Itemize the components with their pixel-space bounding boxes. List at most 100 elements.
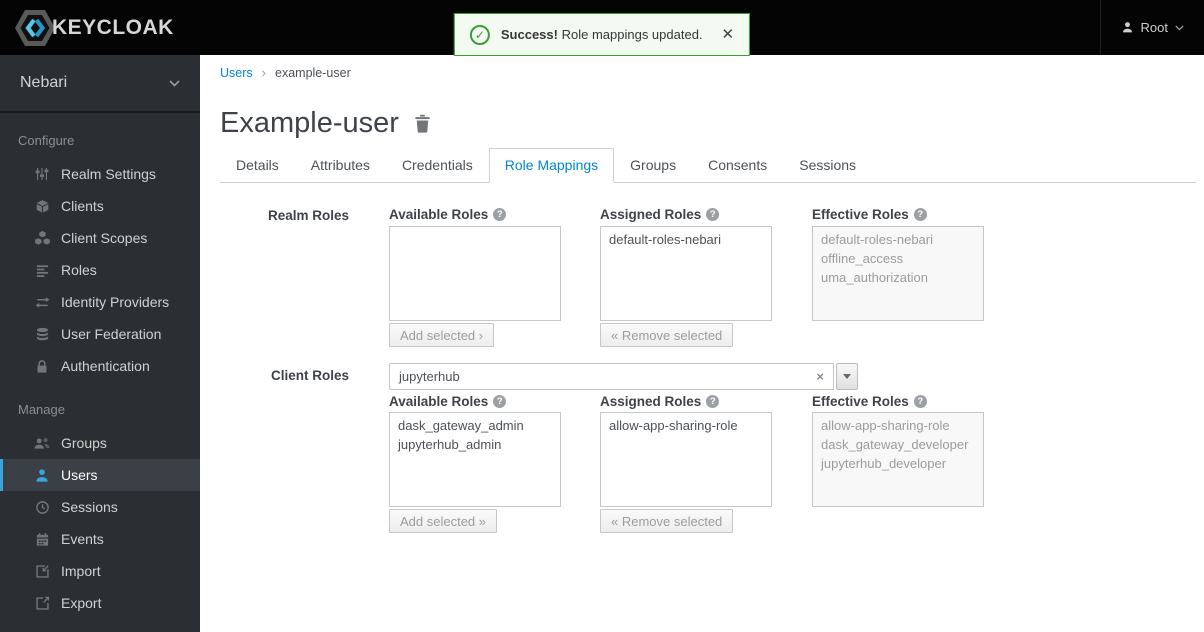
clock-icon [33,500,51,515]
clear-selection-icon[interactable]: × [816,370,824,383]
sidebar-item-identity-providers[interactable]: Identity Providers [0,286,200,318]
chevron-down-icon [169,79,180,87]
keycloak-admin-screen: KEYCLOAK Root ✓ Success! Role mappings u… [0,0,1204,632]
assigned-realm-roles-listbox[interactable]: default-roles-nebari [600,226,772,321]
assigned-client-roles-header: Assigned Roles ? [600,394,720,409]
assigned-roles-text: Assigned Roles [600,394,702,409]
assigned-realm-roles-header: Assigned Roles ? [600,207,720,222]
help-icon[interactable]: ? [493,395,507,408]
page-title-row: Example-user [220,107,431,140]
sidebar-item-label: Events [61,531,104,547]
sidebar-item-events[interactable]: Events [0,523,200,555]
configure-section-label: Configure [18,133,75,148]
role-option: dask_gateway_developer [821,437,969,452]
manage-section-label: Manage [18,402,65,417]
groups-icon [33,436,51,451]
sidebar-item-label: Users [61,467,98,483]
remove-selected-realm-button[interactable]: « Remove selected [600,323,734,347]
sidebar: Nebari Configure Realm Settings Clients … [0,55,200,632]
tab-role-mappings[interactable]: Role Mappings [488,148,615,183]
role-option[interactable]: allow-app-sharing-role [601,416,771,435]
effective-client-roles-header: Effective Roles ? [812,394,927,409]
sidebar-item-label: Export [61,595,102,611]
client-select-field[interactable]: jupyterhub × [389,363,834,390]
main-content: Users › example-user Example-user Detail… [200,55,1204,632]
role-option[interactable]: dask_gateway_admin [390,416,560,435]
client-select-dropdown-button[interactable] [836,363,858,390]
help-icon[interactable]: ? [913,208,927,221]
breadcrumb-current: example-user [275,65,351,80]
sidebar-item-label: Sessions [61,499,118,515]
role-option: allow-app-sharing-role [821,418,950,433]
list-icon [33,263,51,278]
sidebar-item-import[interactable]: Import [0,555,200,587]
role-option: jupyterhub_developer [821,456,947,471]
assigned-client-roles-listbox[interactable]: allow-app-sharing-role [600,412,772,507]
sliders-icon [33,166,51,182]
sidebar-item-users[interactable]: Users [0,459,200,491]
role-option[interactable]: jupyterhub_admin [390,435,560,454]
sidebar-item-authentication[interactable]: Authentication [0,350,200,382]
help-icon[interactable]: ? [706,208,720,221]
effective-roles-text: Effective Roles [812,394,909,409]
sidebar-item-label: Clients [61,198,104,214]
sidebar-item-label: Authentication [61,358,150,374]
cubes-icon [33,230,51,246]
sidebar-item-sessions[interactable]: Sessions [0,491,200,523]
add-selected-client-button[interactable]: Add selected » [389,509,498,533]
sidebar-item-realm-settings[interactable]: Realm Settings [0,158,200,190]
realm-selector[interactable]: Nebari [0,55,200,113]
role-option: default-roles-nebari [821,232,934,247]
available-client-roles-listbox[interactable]: dask_gateway_admin jupyterhub_admin [389,412,561,507]
tab-sessions[interactable]: Sessions [783,148,872,183]
add-selected-realm-button[interactable]: Add selected › [389,323,495,347]
effective-realm-roles-header: Effective Roles ? [812,207,927,222]
sidebar-item-label: Identity Providers [61,294,170,310]
sidebar-item-client-scopes[interactable]: Client Scopes [0,222,200,254]
breadcrumb: Users › example-user [220,65,351,80]
user-menu[interactable]: Root [1099,0,1204,55]
delete-user-trash-icon[interactable] [414,114,431,133]
user-icon [33,468,51,483]
realm-name: Nebari [20,74,68,91]
close-icon[interactable]: ✕ [722,27,735,42]
realm-roles-label: Realm Roles [267,208,349,223]
sidebar-item-user-federation[interactable]: User Federation [0,318,200,350]
calendar-icon [33,532,51,547]
alert-title: Success! [500,27,558,42]
chevron-down-icon [1175,24,1184,31]
sidebar-item-clients[interactable]: Clients [0,190,200,222]
sidebar-item-label: Import [61,563,101,579]
tab-consents[interactable]: Consents [692,148,783,183]
sidebar-item-label: User Federation [61,326,162,342]
import-icon [33,564,51,579]
keycloak-brand[interactable]: KEYCLOAK [0,8,174,48]
available-realm-roles-listbox[interactable] [389,226,561,321]
database-icon [33,327,51,342]
keycloak-logo-icon [13,8,57,48]
alert-body: Role mappings updated. [561,27,703,42]
help-icon[interactable]: ? [913,395,927,408]
tab-attributes[interactable]: Attributes [295,148,386,183]
client-roles-label: Client Roles [270,368,349,383]
sidebar-item-groups[interactable]: Groups [0,427,200,459]
sidebar-item-label: Roles [61,262,97,278]
tab-details[interactable]: Details [220,148,295,183]
effective-realm-roles-listbox: default-roles-nebari offline_access uma_au… [812,226,984,321]
tab-groups[interactable]: Groups [614,148,692,183]
caret-down-icon [843,374,851,379]
help-icon[interactable]: ? [493,208,507,221]
sidebar-item-label: Groups [61,435,107,451]
brand-text: KEYCLOAK [52,15,174,39]
help-icon[interactable]: ? [706,395,720,408]
user-name: Root [1140,20,1168,35]
sidebar-item-roles[interactable]: Roles [0,254,200,286]
alert-message: Success! Role mappings updated. [501,27,703,42]
tab-credentials[interactable]: Credentials [386,148,489,183]
breadcrumb-users-link[interactable]: Users [220,66,253,80]
role-option[interactable]: default-roles-nebari [601,230,771,249]
effective-client-roles-listbox: allow-app-sharing-role dask_gateway_devel… [812,412,984,507]
sidebar-item-export[interactable]: Export [0,587,200,619]
remove-selected-client-button[interactable]: « Remove selected [600,509,734,533]
available-realm-roles-header: Available Roles ? [389,207,507,222]
